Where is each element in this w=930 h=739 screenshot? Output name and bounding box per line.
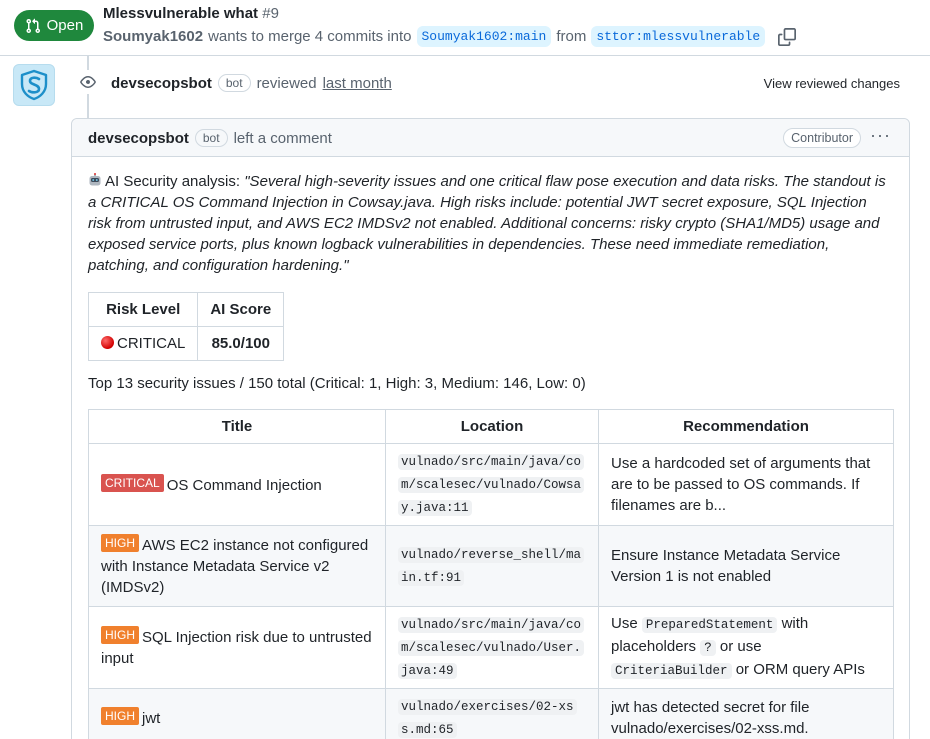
comment-bot-label: bot [194, 129, 228, 147]
issue-location-cell: vulnado/src/main/java/com/scalesec/vulna… [385, 443, 599, 526]
table-row: HIGH AWS EC2 instance not configured with… [88, 525, 894, 607]
ai-score-header: AI Score [197, 292, 285, 327]
risk-table: Risk Level AI Score CRITICAL 85.0/100 [87, 292, 285, 361]
issue-title-cell: CRITICAL OS Command Injection [88, 443, 386, 526]
issues-summary: Top 13 security issues / 150 total (Crit… [88, 375, 586, 392]
pr-state-badge: Open [14, 10, 94, 41]
issue-title: jwt [142, 710, 161, 727]
severity-badge: CRITICAL [101, 473, 164, 492]
from-text: from [556, 28, 587, 45]
red-circle-icon [101, 336, 114, 349]
rec-text: or ORM query APIs [735, 661, 865, 678]
rec-code: ? [700, 640, 716, 656]
rec-code: CriteriaBuilder [611, 663, 732, 679]
pr-header: Open Mlessvulnerable what #9 Soumyak1602… [0, 0, 930, 56]
recommendation-column-header: Recommendation [598, 409, 894, 444]
pr-title-text: Mlessvulnerable what [103, 5, 259, 22]
title-column-header: Title [88, 409, 386, 444]
pr-number: #9 [262, 5, 279, 22]
issue-location: vulnado/src/main/java/com/scalesec/vulna… [398, 617, 585, 679]
issue-title: OS Command Injection [166, 476, 322, 494]
severity-badge: HIGH [101, 534, 139, 552]
risk-level-value: CRITICAL [117, 335, 186, 352]
review-action: reviewed [256, 74, 317, 92]
bot-shield-logo-icon [20, 69, 48, 101]
issue-location: vulnado/src/main/java/com/scalesec/vulna… [398, 454, 585, 516]
rec-text: Use [611, 615, 638, 632]
rec-text: or use [719, 638, 762, 655]
risk-level-cell: CRITICAL [87, 326, 199, 361]
pr-state-label: Open [46, 17, 84, 34]
issue-recommendation-cell: Use PreparedStatement with placeholders … [598, 606, 894, 689]
base-branch[interactable]: Soumyak1602:main [416, 26, 552, 47]
table-row: CRITICAL OS Command Injection vulnado/src… [88, 443, 894, 526]
analysis-label: AI Security analysis: [105, 173, 241, 190]
pr-meta: Soumyak1602 wants to merge 4 commits int… [103, 26, 797, 47]
issue-title: SQL Injection risk due to untrusted inpu… [101, 629, 372, 667]
ai-score-value: 85.0/100 [197, 326, 285, 361]
issue-title-cell: HIGH AWS EC2 instance not configured with… [88, 525, 386, 607]
comment-action: left a comment [233, 129, 332, 147]
review-time-link[interactable]: last month [323, 75, 392, 92]
issue-location: vulnado/exercises/02-xss.md:65 [398, 699, 577, 738]
issue-location-cell: vulnado/src/main/java/com/scalesec/vulna… [385, 606, 599, 689]
eye-icon [76, 70, 100, 94]
issue-title: AWS EC2 instance not configured with Ins… [101, 537, 369, 596]
robot-icon [89, 173, 101, 186]
location-column-header: Location [385, 409, 599, 444]
review-event: devsecopsbot bot reviewed last month [111, 74, 392, 92]
issue-recommendation: jwt has detected secret for file vulnado… [598, 688, 894, 739]
head-branch[interactable]: sttor:mlessvulnerable [591, 26, 766, 47]
severity-badge: HIGH [101, 626, 139, 644]
comment-header: devsecopsbot bot left a comment Contribu… [72, 119, 909, 157]
comment-author-line: devsecopsbot bot left a comment [88, 129, 332, 147]
comment-author-link[interactable]: devsecopsbot [88, 130, 189, 147]
reviewer-link[interactable]: devsecopsbot [111, 75, 212, 92]
issues-table: Title Location Recommendation CRITICAL OS… [88, 409, 894, 739]
comment-body: AI Security analysis: "Several high-seve… [87, 171, 894, 739]
copy-icon[interactable] [778, 27, 797, 46]
git-pull-request-icon [26, 18, 40, 33]
bot-label: bot [217, 74, 251, 92]
risk-level-header: Risk Level [87, 292, 199, 327]
issue-location: vulnado/reverse_shell/main.tf:91 [398, 547, 585, 586]
table-row: HIGH jwt vulnado/exercises/02-xss.md:65 j… [88, 688, 894, 739]
issue-location-cell: vulnado/exercises/02-xss.md:65 [385, 688, 599, 739]
analysis-paragraph: AI Security analysis: "Several high-seve… [88, 171, 894, 276]
review-comment: devsecopsbot bot left a comment Contribu… [71, 118, 910, 739]
pr-title: Mlessvulnerable what #9 [103, 5, 279, 22]
issue-title-cell: HIGH SQL Injection risk due to untrusted … [88, 606, 386, 689]
pr-merge-text: wants to merge 4 commits into [208, 28, 412, 45]
view-reviewed-changes-button[interactable]: View reviewed changes [764, 76, 900, 91]
comment-menu-button[interactable]: ··· [870, 125, 891, 146]
issue-recommendation: Use a hardcoded set of arguments that ar… [598, 443, 894, 526]
avatar[interactable] [13, 64, 55, 106]
issue-recommendation: Ensure Instance Metadata Service Version… [598, 525, 894, 607]
severity-badge: HIGH [101, 707, 139, 725]
issue-title-cell: HIGH jwt [88, 688, 386, 739]
contributor-badge: Contributor [783, 128, 861, 148]
pr-author-link[interactable]: Soumyak1602 [103, 28, 203, 45]
table-row: HIGH SQL Injection risk due to untrusted … [88, 606, 894, 689]
rec-code: PreparedStatement [641, 617, 778, 633]
issue-location-cell: vulnado/reverse_shell/main.tf:91 [385, 525, 599, 607]
